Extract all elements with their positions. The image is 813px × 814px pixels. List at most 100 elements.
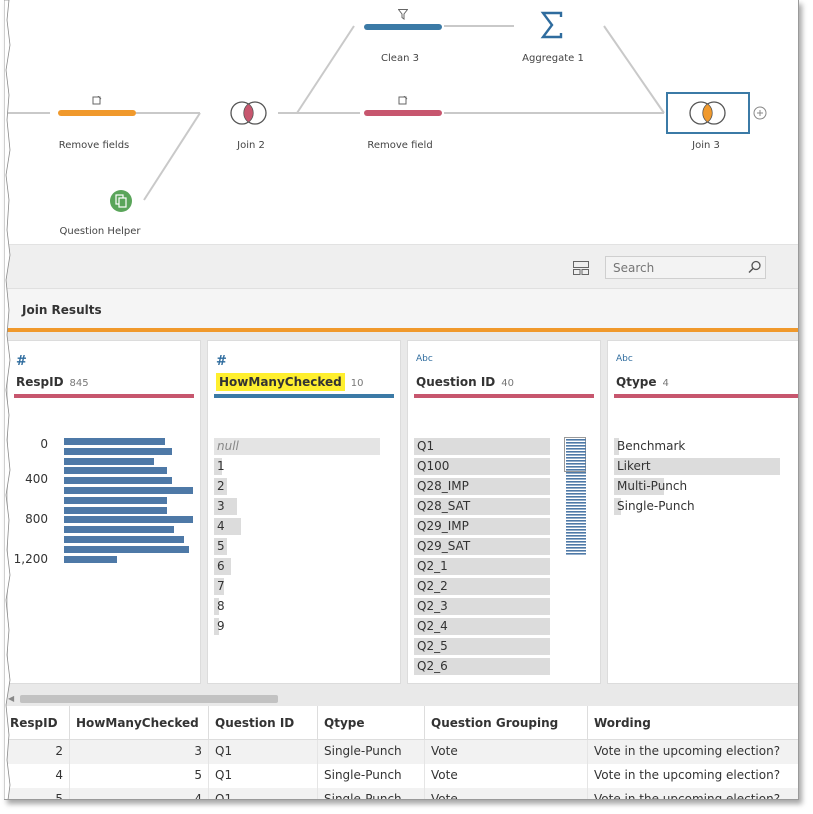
histogram-bar[interactable] bbox=[64, 536, 184, 543]
table-cell[interactable]: Single-Punch bbox=[318, 788, 425, 799]
profile-card-respid[interactable]: # RespID 845 0 400 800 1,200 bbox=[7, 340, 201, 684]
node-aggregate-1[interactable] bbox=[540, 10, 566, 42]
node-join-2[interactable] bbox=[228, 100, 270, 126]
search-input[interactable] bbox=[605, 256, 766, 279]
table-cell[interactable]: Single-Punch bbox=[318, 764, 425, 788]
histogram-bar[interactable] bbox=[64, 496, 168, 504]
value-label: Q100 bbox=[417, 459, 450, 473]
value-bar[interactable]: 6 bbox=[214, 558, 380, 575]
table-cell[interactable]: Vote in the upcoming election? bbox=[588, 788, 798, 799]
summary-tick bbox=[566, 442, 586, 444]
value-bar[interactable]: 4 bbox=[214, 518, 380, 535]
table-cell[interactable]: 5 bbox=[70, 764, 209, 788]
summary-tick bbox=[566, 538, 586, 540]
histogram-bar[interactable] bbox=[64, 477, 173, 485]
value-bar[interactable]: 5 bbox=[214, 538, 380, 555]
node-join-3[interactable] bbox=[666, 92, 750, 134]
histogram-bar[interactable] bbox=[64, 555, 117, 563]
table-cell[interactable]: Q1 bbox=[209, 764, 318, 788]
histogram-bar[interactable] bbox=[64, 506, 168, 514]
value-bar[interactable]: 8 bbox=[214, 598, 380, 615]
column-header[interactable]: RespID 845 bbox=[16, 375, 89, 389]
value-bar[interactable]: Q2_1 bbox=[414, 558, 550, 575]
summary-scrollbar[interactable] bbox=[564, 437, 586, 557]
table-cell[interactable]: Q1 bbox=[209, 788, 318, 799]
distinct-count: 4 bbox=[662, 378, 669, 389]
grid-column-header[interactable]: Wording bbox=[588, 706, 798, 740]
histogram-bar[interactable] bbox=[64, 457, 155, 465]
value-bar[interactable]: Q1 bbox=[414, 438, 550, 455]
histogram-bar[interactable] bbox=[64, 438, 165, 445]
column-name: RespID bbox=[16, 375, 64, 389]
value-bar[interactable]: Q2_4 bbox=[414, 618, 550, 635]
layout-toggle-button[interactable] bbox=[573, 260, 589, 275]
histogram-bar[interactable] bbox=[64, 487, 193, 494]
grid-column-header[interactable]: Question Grouping bbox=[425, 706, 588, 740]
value-bar[interactable]: 3 bbox=[214, 498, 380, 515]
histogram-bar[interactable] bbox=[64, 516, 193, 524]
profile-card-question-id[interactable]: Abc Question ID 40 Q1 Q100 Q28_IMP Q28_SAT Q2… bbox=[407, 340, 601, 684]
table-cell[interactable]: Q1 bbox=[209, 740, 318, 764]
node-question-helper[interactable] bbox=[109, 189, 133, 213]
value-bar[interactable]: Benchmark bbox=[614, 438, 780, 455]
histogram-bar[interactable] bbox=[64, 447, 173, 455]
summary-tick bbox=[566, 544, 586, 546]
table-cell[interactable]: Vote in the upcoming election? bbox=[588, 764, 798, 788]
value-bar[interactable]: Q2_2 bbox=[414, 578, 550, 595]
table-row[interactable]: 2 3 Q1 Single-Punch Vote Vote in the upcoming… bbox=[4, 740, 798, 764]
summary-tick bbox=[566, 487, 586, 489]
value-bar[interactable]: Q29_IMP bbox=[414, 518, 550, 535]
sigma-icon bbox=[540, 11, 563, 39]
value-bar[interactable]: Q100 bbox=[414, 458, 550, 475]
node-clean-3[interactable] bbox=[364, 8, 442, 34]
summary-tick bbox=[566, 553, 586, 555]
histogram-bar[interactable] bbox=[64, 545, 190, 553]
value-label: Benchmark bbox=[617, 439, 686, 453]
horizontal-scrollbar[interactable]: ◀ bbox=[4, 692, 798, 706]
value-bar[interactable]: Q28_SAT bbox=[414, 498, 550, 515]
value-bar[interactable]: 9 bbox=[214, 618, 380, 635]
column-header[interactable]: Qtype 4 bbox=[616, 375, 669, 389]
histogram-bar[interactable] bbox=[64, 526, 174, 534]
profile-card-qtype[interactable]: Abc Qtype 4 Benchmark Likert Multi-Punch Sin… bbox=[607, 340, 798, 684]
value-bar[interactable]: 2 bbox=[214, 478, 380, 495]
value-bar[interactable]: Q28_IMP bbox=[414, 478, 550, 495]
column-header[interactable]: HowManyChecked 10 bbox=[216, 373, 364, 391]
column-header[interactable]: Question ID 40 bbox=[416, 375, 514, 389]
data-grid[interactable]: RespID HowManyChecked Question ID Qtype Ques… bbox=[4, 706, 798, 799]
input-file-icon bbox=[110, 190, 132, 212]
grid-column-header[interactable]: Question ID bbox=[209, 706, 318, 740]
table-cell[interactable]: Vote in the upcoming election? bbox=[588, 740, 798, 764]
value-bar[interactable]: Single-Punch bbox=[614, 498, 780, 515]
value-bar[interactable]: Multi-Punch bbox=[614, 478, 780, 495]
value-bar[interactable]: Q2_3 bbox=[414, 598, 550, 615]
summary-tick bbox=[566, 481, 586, 483]
grid-column-header[interactable]: HowManyChecked bbox=[70, 706, 209, 740]
value-bar[interactable]: Q2_6 bbox=[414, 658, 550, 675]
table-cell[interactable]: 3 bbox=[70, 740, 209, 764]
add-step-button[interactable] bbox=[753, 106, 767, 120]
table-cell[interactable]: Vote bbox=[425, 788, 588, 799]
table-row[interactable]: 4 5 Q1 Single-Punch Vote Vote in the upcoming… bbox=[4, 764, 798, 788]
table-cell[interactable]: 4 bbox=[70, 788, 209, 799]
value-bar[interactable]: 1 bbox=[214, 458, 380, 475]
table-cell[interactable]: Vote bbox=[425, 764, 588, 788]
scrollbar-thumb[interactable] bbox=[20, 695, 278, 703]
value-bar[interactable]: Likert bbox=[614, 458, 780, 475]
table-cell[interactable]: Single-Punch bbox=[318, 740, 425, 764]
profile-card-howmanychecked[interactable]: # HowManyChecked 10 null 1 2 3 4 5 6 7 8 9 bbox=[207, 340, 401, 684]
table-row[interactable]: 5 4 Q1 Single-Punch Vote Vote in the upcoming… bbox=[4, 788, 798, 799]
value-bar[interactable]: null bbox=[214, 438, 380, 455]
node-remove-fields[interactable] bbox=[58, 94, 136, 124]
histogram-bar[interactable] bbox=[64, 467, 168, 475]
value-bar[interactable]: Q2_5 bbox=[414, 638, 550, 655]
table-cell[interactable]: Vote bbox=[425, 740, 588, 764]
node-remove-field[interactable] bbox=[364, 94, 442, 124]
search-icon[interactable] bbox=[748, 259, 762, 274]
grid-column-header[interactable]: Qtype bbox=[318, 706, 425, 740]
value-bar[interactable]: 7 bbox=[214, 578, 380, 595]
summary-tick bbox=[566, 439, 586, 441]
flow-canvas[interactable]: Remove fields Question Helper Join 2 Cle… bbox=[4, 0, 798, 244]
panel-header: Join Results bbox=[4, 288, 798, 328]
value-bar[interactable]: Q29_SAT bbox=[414, 538, 550, 555]
